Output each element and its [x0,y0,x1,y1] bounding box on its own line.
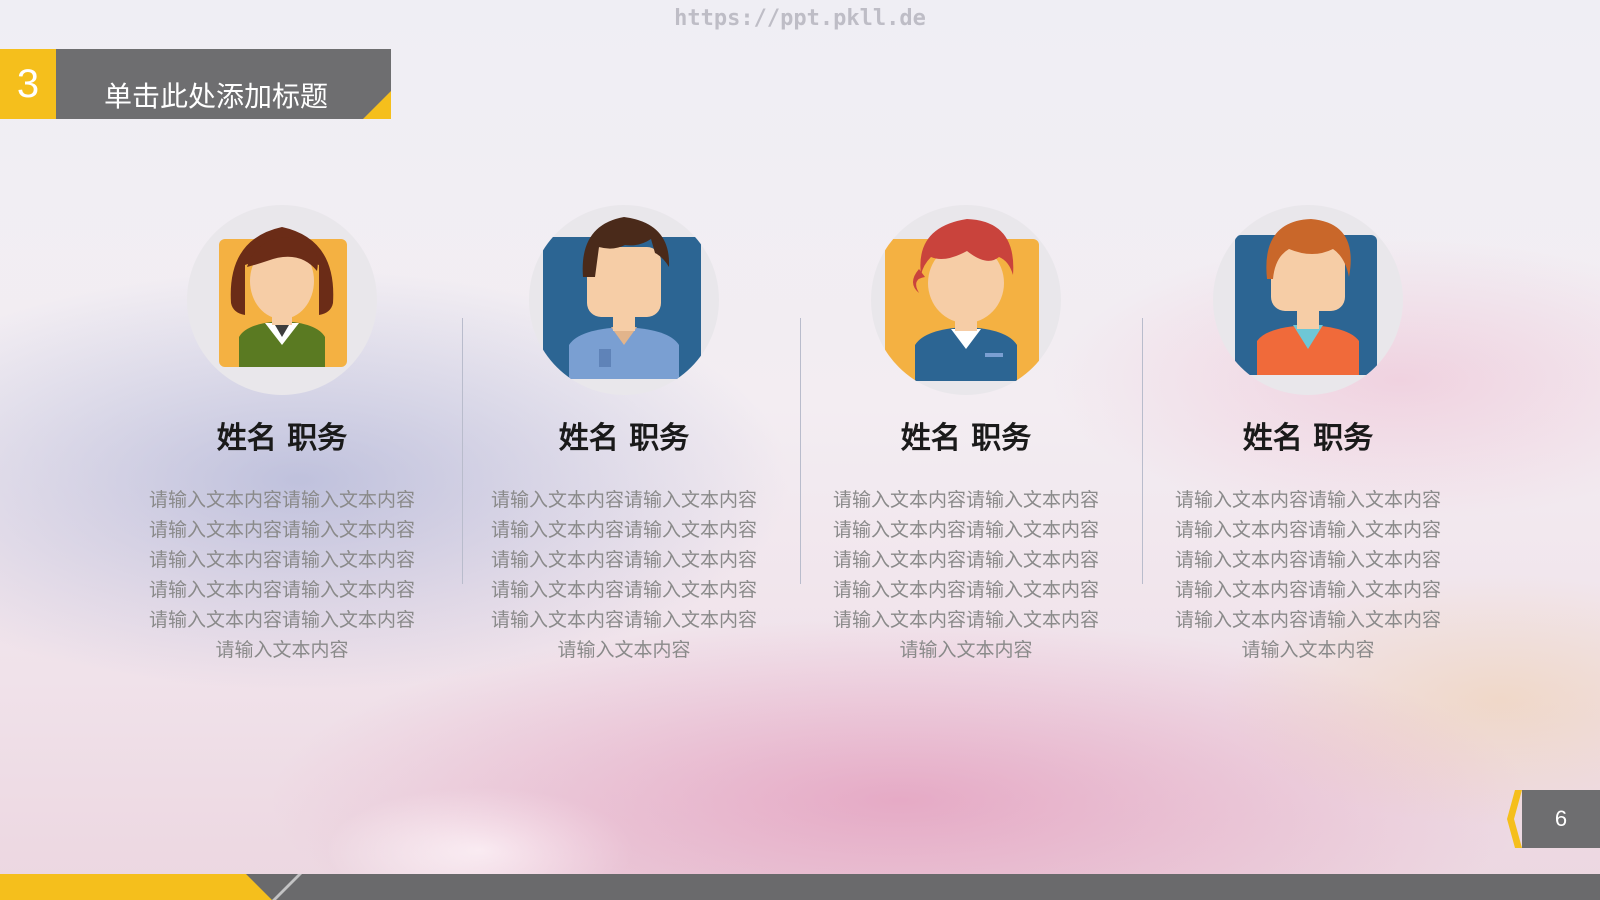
section-number: 3 [0,49,56,119]
watermark-text: https://ppt.pkll.de [674,6,926,31]
female-avatar-icon [871,205,1061,395]
member-description: 请输入文本内容请输入文本内容 请输入文本内容请输入文本内容 请输入文本内容请输入… [832,489,1099,661]
title-corner-accent [363,91,391,119]
member-name-title: 姓名 职务 [558,421,690,456]
member-name-title: 姓名 职务 [1242,421,1374,456]
member-name-title: 姓名 职务 [216,421,348,456]
title-bar: 单击此处添加标题 [56,49,391,119]
page-number: 6 [1522,790,1600,848]
member-description: 请输入文本内容请输入文本内容 请输入文本内容请输入文本内容 请输入文本内容请输入… [1174,489,1441,661]
column-divider [800,318,801,584]
team-member-card: 姓名 职务 请输入文本内容请输入文本内容 请输入文本内容请输入文本内容 请输入文… [1158,205,1458,665]
male-avatar-icon [529,205,719,395]
male-avatar-icon [1213,205,1403,395]
slide-title[interactable]: 单击此处添加标题 [104,77,328,117]
column-divider [1142,318,1143,584]
member-description: 请输入文本内容请输入文本内容 请输入文本内容请输入文本内容 请输入文本内容请输入… [148,489,415,661]
team-member-card: 姓名 职务 请输入文本内容请输入文本内容 请输入文本内容请输入文本内容 请输入文… [816,205,1116,665]
footer-accent [0,874,272,900]
column-divider [462,318,463,584]
member-name-title: 姓名 职务 [900,421,1032,456]
team-member-card: 姓名 职务 请输入文本内容请输入文本内容 请输入文本内容请输入文本内容 请输入文… [132,205,432,665]
female-avatar-icon [187,205,377,395]
team-member-card: 姓名 职务 请输入文本内容请输入文本内容 请输入文本内容请输入文本内容 请输入文… [474,205,774,665]
page-chevron-icon [1507,790,1522,848]
member-description: 请输入文本内容请输入文本内容 请输入文本内容请输入文本内容 请输入文本内容请输入… [490,489,757,661]
